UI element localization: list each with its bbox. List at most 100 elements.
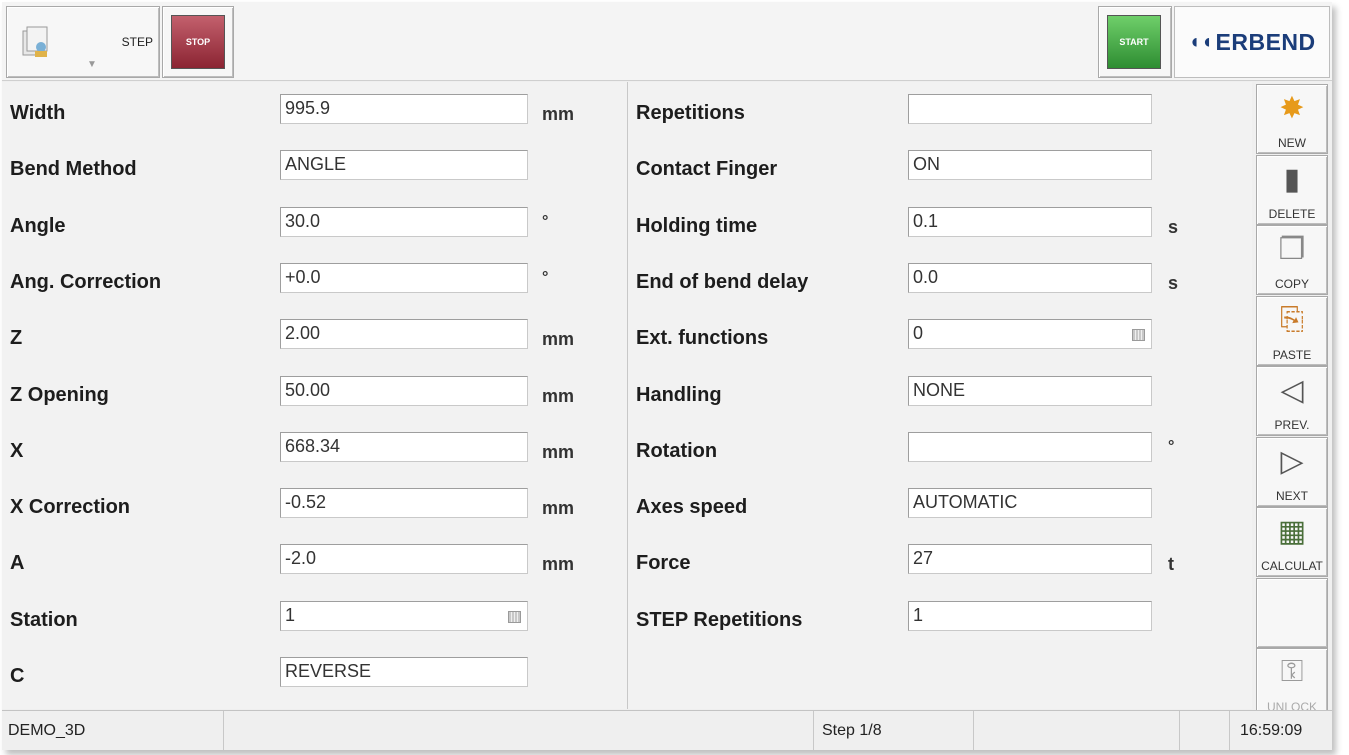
parameter-row: Ang. Correction +0.0 °: [10, 262, 590, 297]
parameter-value: 27: [913, 548, 934, 569]
action-sidebar: ✸ NEW ▮ DELETE ❐ COPY ⎘ PASTE ◁ PREV. ▷ NEXT ▦ CALCUL…: [1254, 82, 1332, 718]
parameter-input[interactable]: -0.52: [280, 488, 528, 519]
brand-logo: ◖◖ ERBEND: [1174, 6, 1330, 78]
parameter-input[interactable]: ANGLE: [280, 150, 528, 181]
parameter-label: Z: [10, 327, 23, 350]
column-divider: [627, 82, 628, 709]
parameter-input[interactable]: 1: [280, 600, 528, 631]
delete-button[interactable]: ▮ DELETE: [1256, 154, 1328, 225]
sidebar-button-label: NEXT: [1275, 488, 1308, 503]
parameter-input[interactable]: [908, 431, 1152, 462]
start-button[interactable]: START: [1107, 15, 1161, 69]
paste-button[interactable]: ⎘ PASTE: [1256, 295, 1328, 366]
logo-mark-icon: ◖◖: [1188, 30, 1214, 53]
parameter-row: Rotation °: [636, 431, 1216, 466]
parameter-input[interactable]: 27: [908, 544, 1152, 575]
parameter-input[interactable]: 50.00: [280, 375, 528, 406]
parameter-label: Force: [636, 552, 691, 575]
unit-label: t: [1168, 554, 1174, 575]
prev-icon: ◁: [1280, 374, 1304, 407]
parameter-row: Axes speed AUTOMATIC: [636, 488, 1216, 522]
parameter-input[interactable]: [908, 94, 1152, 124]
parameter-label: Handling: [636, 383, 722, 406]
parameter-value: 0: [913, 323, 924, 344]
stop-button[interactable]: STOP: [171, 15, 225, 69]
parameter-value: 1: [285, 604, 296, 625]
top-toolbar: STEP ▼ STOP START ◖◖ ERBEND: [2, 2, 1332, 81]
parameter-input[interactable]: +0.0: [280, 262, 528, 293]
parameter-row: Holding time 0.1 s: [636, 206, 1216, 241]
parameter-label: Width: [10, 102, 66, 124]
parameter-label: Station: [10, 608, 78, 631]
parameter-label: Contact Finger: [636, 158, 778, 181]
parameter-label: X: [10, 439, 24, 462]
parameter-value: 2.00: [285, 323, 321, 344]
paste-icon: ⎘: [1280, 302, 1304, 336]
parameter-input[interactable]: 0: [908, 319, 1152, 350]
empty-button: [1256, 577, 1328, 648]
parameter-row: Z 2.00 mm: [10, 319, 590, 353]
parameter-row: Handling NONE: [636, 375, 1216, 410]
parameter-input[interactable]: REVERSE: [280, 657, 528, 687]
parameter-row: C REVERSE: [10, 657, 590, 691]
parameter-value: ON: [913, 154, 940, 175]
parameter-input[interactable]: 995.9: [280, 94, 528, 124]
parameter-input[interactable]: 1: [908, 600, 1152, 631]
parameter-value: 50.00: [285, 379, 331, 400]
parameter-label: C: [10, 665, 25, 687]
next-button[interactable]: ▷ NEXT: [1256, 436, 1328, 507]
parameter-row: Station 1: [10, 600, 590, 635]
step-mode-button[interactable]: STEP ▼: [6, 6, 160, 78]
parameter-label: Angle: [10, 214, 66, 237]
keypad-icon[interactable]: [1132, 329, 1145, 342]
keypad-icon[interactable]: [508, 610, 521, 623]
new-button[interactable]: ✸ NEW: [1256, 84, 1328, 154]
status-bar: DEMO_3D Step 1/8 16:59:09: [2, 710, 1332, 750]
parameter-label: Ext. functions: [636, 327, 769, 350]
calculat-button[interactable]: ▦ CALCULAT: [1256, 507, 1328, 577]
unit-label: mm: [542, 441, 575, 462]
parameter-row: Bend Method ANGLE: [10, 150, 590, 184]
parameter-row: Repetitions: [636, 94, 1216, 128]
chevron-down-icon: ▼: [87, 59, 97, 70]
prev-button[interactable]: ◁ PREV.: [1256, 366, 1328, 436]
parameter-value: -2.0: [285, 548, 317, 569]
parameter-label: Z Opening: [10, 383, 109, 406]
key-icon: ⚿: [1280, 655, 1304, 688]
unit-label: s: [1168, 216, 1179, 237]
sidebar-button-label: CALCULAT: [1261, 559, 1323, 573]
parameter-input[interactable]: 0.1: [908, 206, 1152, 237]
parameter-value: 668.34: [285, 435, 341, 456]
parameter-label: Ang. Correction: [10, 270, 162, 293]
parameter-input[interactable]: 668.34: [280, 431, 528, 462]
status-empty-cell: [1180, 711, 1230, 750]
parameter-input[interactable]: AUTOMATIC: [908, 488, 1152, 519]
next-icon: ▷: [1280, 444, 1304, 478]
parameter-value: REVERSE: [285, 661, 372, 681]
parameter-row: X 668.34 mm: [10, 431, 590, 466]
parameter-input[interactable]: 2.00: [280, 319, 528, 350]
parameter-value: ANGLE: [285, 154, 347, 175]
status-empty-cell: [224, 711, 814, 750]
parameter-input[interactable]: -2.0: [280, 544, 528, 575]
unit-label: °: [542, 212, 549, 230]
unlock-button[interactable]: ⚿ UNLOCK: [1256, 648, 1328, 718]
parameter-value: +0.0: [285, 266, 321, 287]
parameter-label: Repetitions: [636, 102, 745, 124]
parameter-input[interactable]: NONE: [908, 375, 1152, 406]
copy-button[interactable]: ❐ COPY: [1256, 225, 1328, 295]
sidebar-button-label: COPY: [1274, 277, 1309, 291]
unit-label: mm: [542, 498, 575, 519]
parameter-value: 0.1: [913, 210, 939, 231]
step-indicator: Step 1/8: [814, 711, 974, 750]
unit-label: mm: [542, 329, 575, 350]
parameter-value: 1: [913, 604, 924, 625]
parameter-input[interactable]: ON: [908, 150, 1152, 181]
unit-label: s: [1168, 272, 1179, 293]
sidebar-button-label: PASTE: [1272, 347, 1312, 362]
parameter-input[interactable]: 0.0: [908, 262, 1152, 293]
parameter-input[interactable]: 30.0: [280, 206, 528, 237]
parameter-label: Bend Method: [10, 158, 137, 181]
new-icon: ✸: [1279, 92, 1305, 125]
parameter-label: End of bend delay: [636, 270, 809, 293]
